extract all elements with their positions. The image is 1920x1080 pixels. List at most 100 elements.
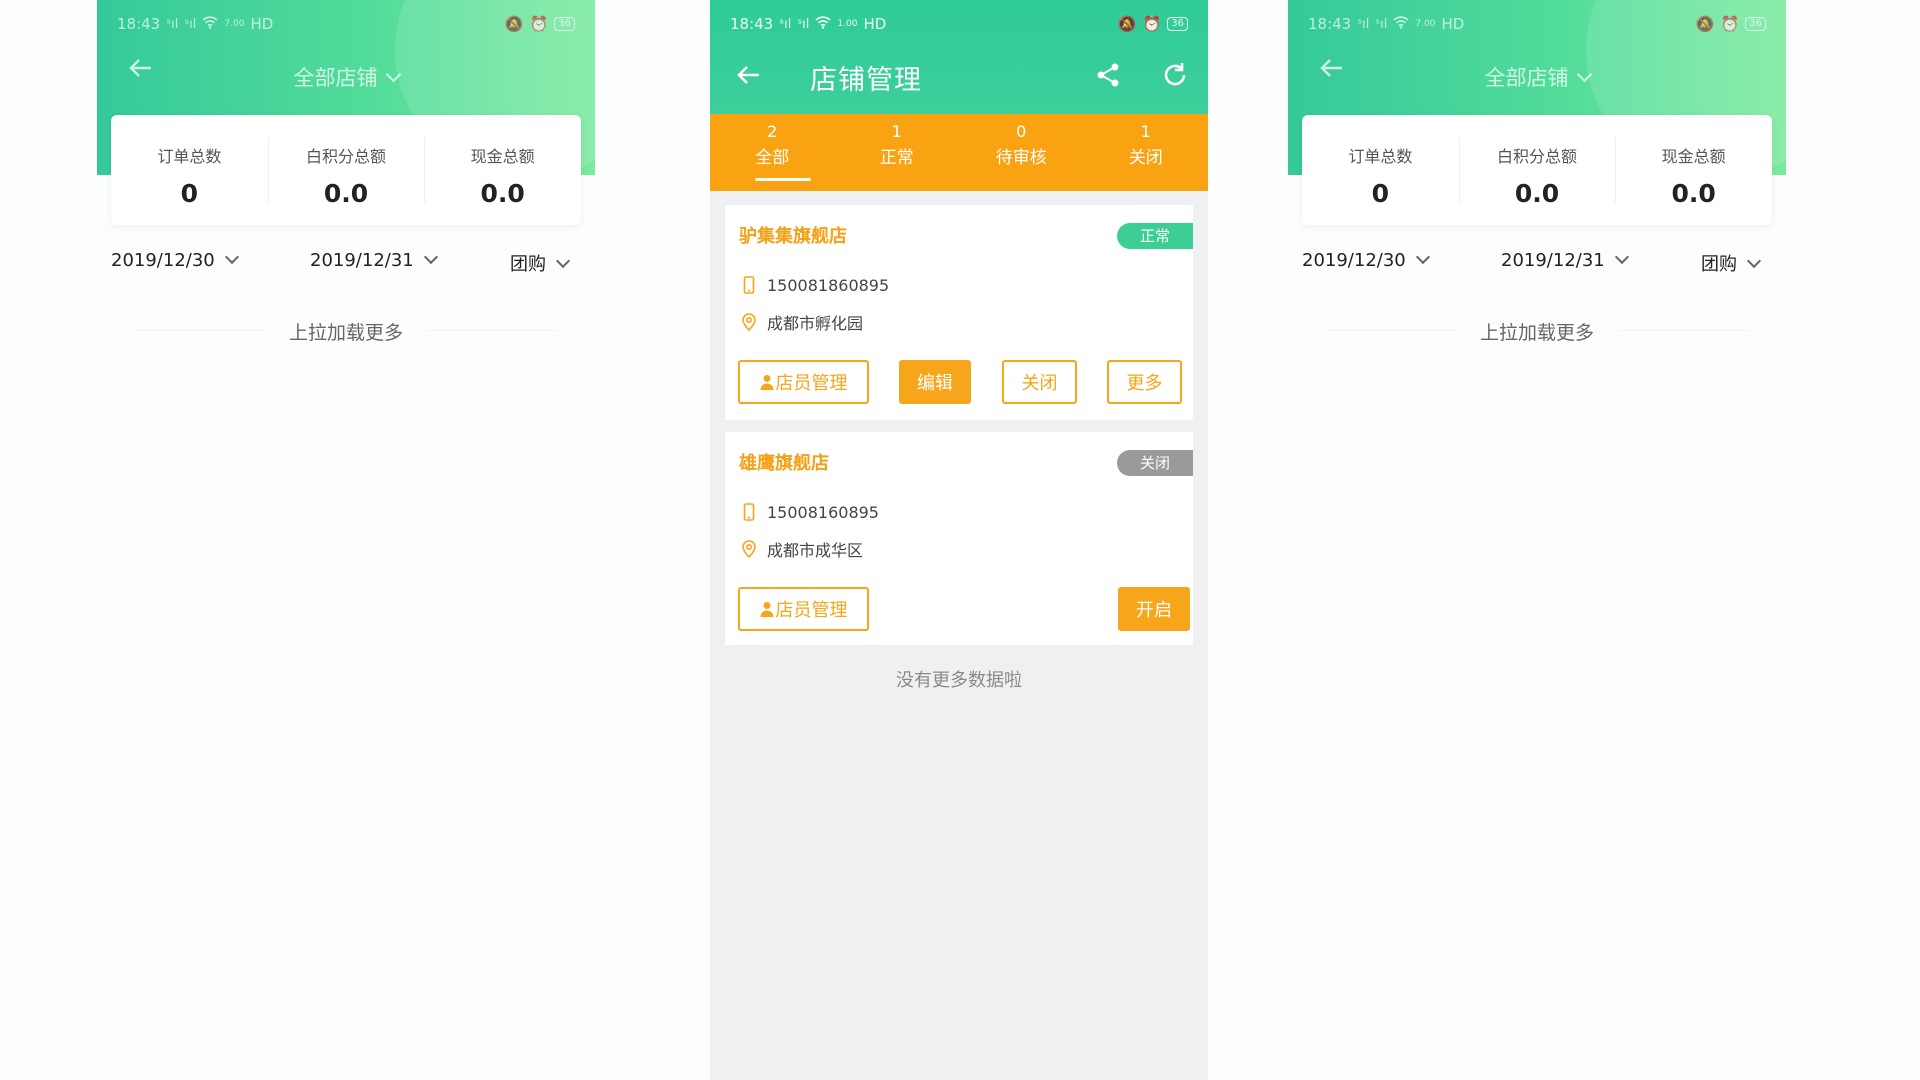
status-time: 18:43 bbox=[117, 15, 161, 33]
store-address: 成都市孵化园 bbox=[739, 310, 863, 334]
summary-label: 订单总数 bbox=[1348, 147, 1413, 166]
refresh-icon[interactable] bbox=[1160, 60, 1190, 90]
start-date-label: 2019/12/30 bbox=[111, 250, 215, 271]
edit-button[interactable]: 编辑 bbox=[899, 360, 971, 404]
status-badge: 关闭 bbox=[1117, 450, 1193, 476]
summary-label: 白积分总额 bbox=[306, 147, 387, 166]
tab-label: 全部 bbox=[755, 148, 790, 168]
filter-bar: 2019/12/30 2019/12/31 团购 bbox=[97, 249, 595, 280]
chevron-down-icon bbox=[1614, 249, 1629, 265]
net-type: HD bbox=[863, 15, 887, 33]
net-type: HD bbox=[1441, 15, 1465, 33]
type-filter[interactable]: 团购 bbox=[510, 250, 571, 276]
back-arrow-icon[interactable] bbox=[735, 62, 761, 88]
summary-label: 现金总额 bbox=[470, 147, 535, 166]
person-icon bbox=[760, 602, 773, 617]
store-phone: 15008160895 bbox=[739, 502, 879, 522]
wifi-icon bbox=[815, 15, 831, 33]
status-bar: 18:43 ˢıl ˢıl 1.00 HD 🔕 ⏰ 36 bbox=[730, 14, 1188, 34]
end-date-filter[interactable]: 2019/12/31 bbox=[1501, 249, 1629, 271]
type-filter[interactable]: 团购 bbox=[1701, 250, 1762, 276]
no-more-data: 没有更多数据啦 bbox=[896, 670, 1022, 691]
summary-label: 现金总额 bbox=[1661, 147, 1726, 166]
status-tabs: 2 全部 1 正常 0 待审核 1 关闭 bbox=[710, 114, 1208, 191]
open-store-button[interactable]: 开启 bbox=[1118, 587, 1190, 631]
store-selector[interactable]: 全部店铺 bbox=[97, 62, 595, 92]
summary-label: 订单总数 bbox=[157, 147, 222, 166]
staff-management-button[interactable]: 店员管理 bbox=[738, 360, 869, 404]
signal-icon: ˢıl bbox=[1357, 16, 1370, 32]
staff-management-button[interactable]: 店员管理 bbox=[738, 587, 869, 631]
button-label: 开启 bbox=[1136, 600, 1172, 621]
share-icon[interactable] bbox=[1093, 60, 1123, 90]
store-phone: 150081860895 bbox=[739, 275, 889, 295]
signal-icon: ˢıl bbox=[166, 16, 179, 32]
load-more-text: 上拉加载更多 bbox=[1479, 322, 1594, 344]
phone-icon bbox=[743, 503, 755, 521]
header: 18:43 ˢıl ˢıl 1.00 HD 🔕 ⏰ 36 店铺管理 bbox=[710, 0, 1208, 114]
button-label: 店员管理 bbox=[775, 373, 848, 394]
start-date-filter[interactable]: 2019/12/30 bbox=[111, 249, 239, 271]
button-label: 关闭 bbox=[1021, 373, 1058, 394]
type-label: 团购 bbox=[510, 254, 546, 275]
battery-icon: 36 bbox=[1745, 17, 1766, 31]
center-screen: 18:43 ˢıl ˢıl 1.00 HD 🔕 ⏰ 36 店铺管理 2 全部 1 正… bbox=[710, 0, 1208, 1080]
button-label: 编辑 bbox=[917, 373, 953, 394]
phone-icon bbox=[743, 276, 755, 294]
status-badge: 正常 bbox=[1117, 223, 1193, 249]
more-button[interactable]: 更多 bbox=[1107, 360, 1182, 404]
tab-pending[interactable]: 0 待审核 bbox=[959, 114, 1084, 191]
store-selector[interactable]: 全部店铺 bbox=[1288, 62, 1786, 92]
summary-card: 订单总数 0 白积分总额 0.0 现金总额 0.0 bbox=[1302, 115, 1772, 225]
chevron-down-icon bbox=[423, 249, 438, 265]
tab-count: 0 bbox=[1016, 122, 1027, 141]
mute-icon: 🔕 bbox=[1695, 15, 1715, 33]
summary-value: 0.0 bbox=[480, 179, 525, 208]
status-bar: 18:43 ˢıl ˢıl 7.00 HD 🔕 ⏰ 36 bbox=[1308, 14, 1766, 34]
tab-all[interactable]: 2 全部 bbox=[710, 114, 835, 191]
address-text: 成都市孵化园 bbox=[767, 314, 864, 333]
location-pin-icon bbox=[742, 313, 756, 332]
summary-card: 订单总数 0 白积分总额 0.0 现金总额 0.0 bbox=[111, 115, 581, 225]
status-time: 18:43 bbox=[730, 15, 774, 33]
tab-underline bbox=[755, 178, 811, 181]
chevron-down-icon bbox=[1576, 66, 1592, 83]
wifi-icon bbox=[202, 15, 218, 33]
summary-value: 0.0 bbox=[323, 179, 369, 208]
net-speed: 7.00 bbox=[1415, 19, 1436, 29]
signal-icon: ˢıl bbox=[1375, 16, 1388, 32]
start-date-label: 2019/12/30 bbox=[1302, 250, 1406, 271]
net-type: HD bbox=[250, 15, 274, 33]
net-speed: 1.00 bbox=[837, 19, 858, 29]
tab-label: 正常 bbox=[879, 148, 914, 168]
tab-count: 2 bbox=[767, 122, 778, 141]
start-date-filter[interactable]: 2019/12/30 bbox=[1302, 249, 1430, 271]
type-label: 团购 bbox=[1701, 254, 1737, 275]
status-bar: 18:43 ˢıl ˢıl 7.00 HD 🔕 ⏰ 36 bbox=[117, 14, 575, 34]
tab-count: 1 bbox=[1140, 122, 1151, 141]
summary-value: 0 bbox=[1371, 179, 1390, 208]
tab-closed[interactable]: 1 关闭 bbox=[1084, 114, 1209, 191]
button-label: 更多 bbox=[1126, 373, 1163, 394]
signal-icon: ˢıl bbox=[184, 16, 197, 32]
location-pin-icon bbox=[742, 540, 756, 559]
filter-bar: 2019/12/30 2019/12/31 团购 bbox=[1288, 249, 1786, 280]
page-title: 店铺管理 bbox=[810, 65, 922, 96]
alarm-icon: ⏰ bbox=[1142, 15, 1162, 33]
right-screen: 18:43 ˢıl ˢıl 7.00 HD 🔕 ⏰ 36 全部店铺 订单总数 0 … bbox=[1288, 0, 1786, 1080]
end-date-label: 2019/12/31 bbox=[310, 250, 414, 271]
left-screen: 18:43 ˢıl ˢıl 7.00 HD 🔕 ⏰ 36 全部店铺 订单总数 0 … bbox=[97, 0, 595, 1080]
tab-normal[interactable]: 1 正常 bbox=[835, 114, 960, 191]
end-date-label: 2019/12/31 bbox=[1501, 250, 1605, 271]
chevron-down-icon bbox=[1746, 253, 1762, 269]
store-address: 成都市成华区 bbox=[739, 537, 863, 561]
close-store-button[interactable]: 关闭 bbox=[1002, 360, 1077, 404]
net-speed: 7.00 bbox=[224, 19, 245, 29]
phone-number: 15008160895 bbox=[767, 502, 879, 522]
signal-icon: ˢıl bbox=[797, 16, 810, 32]
load-more-hint: 上拉加载更多 bbox=[97, 318, 595, 345]
status-time: 18:43 bbox=[1308, 15, 1352, 33]
chevron-down-icon bbox=[224, 249, 239, 265]
end-date-filter[interactable]: 2019/12/31 bbox=[310, 249, 438, 271]
divider bbox=[1326, 330, 1456, 331]
